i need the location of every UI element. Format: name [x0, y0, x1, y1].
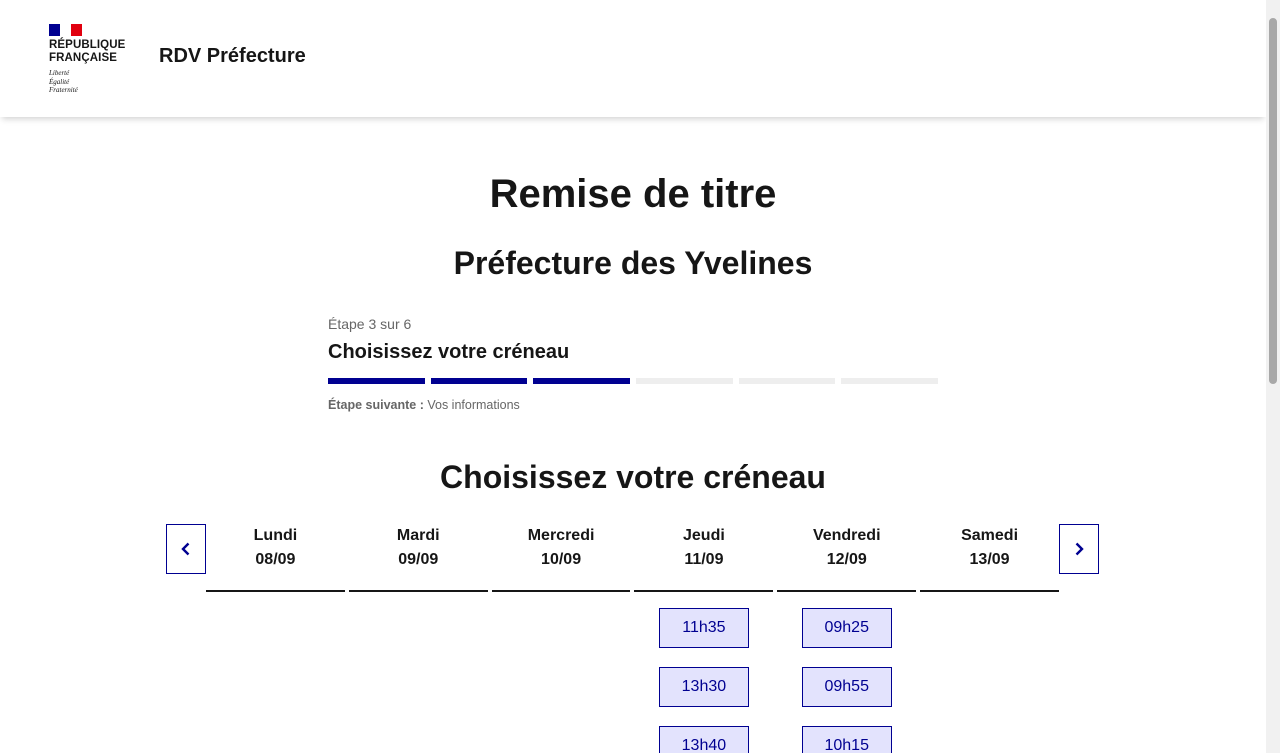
day-name: Lundi: [253, 527, 298, 544]
day-name: Jeudi: [683, 527, 725, 544]
calendar-days: Lundi 08/09 Mardi 09/09 Mercredi 10/09 Jeudi 11…: [206, 524, 1059, 753]
logo-motto: Liberté Égalité Fraternité: [49, 69, 139, 95]
stepper: Étape 3 sur 6 Choisissez votre créneau É…: [328, 316, 939, 412]
previous-days-button[interactable]: [166, 524, 206, 574]
day-name: Mercredi: [527, 527, 595, 544]
page-title: Remise de titre: [489, 172, 777, 216]
day-date: 11/09: [684, 551, 724, 568]
day-header: Lundi 08/09: [206, 524, 345, 592]
day-column: Mardi 09/09: [348, 524, 488, 753]
stepper-segment: [841, 378, 939, 384]
time-slot-button[interactable]: 11h35: [658, 608, 749, 648]
stepper-progress: [328, 378, 939, 384]
motto-liberte: Liberté: [49, 69, 70, 77]
day-date: 10/09: [541, 551, 582, 568]
day-date: 08/09: [255, 551, 296, 568]
site-header: République Française Liberté Égalité Fra…: [0, 0, 1266, 117]
day-header: Vendredi 12/09: [777, 524, 917, 592]
stepper-next-value: Vos informations: [427, 398, 520, 412]
time-slot-button[interactable]: 13h40: [658, 726, 749, 753]
motto-fraternite: Fraternité: [49, 86, 78, 94]
calendar-title: Choisissez votre créneau: [440, 459, 826, 495]
day-column: Vendredi 12/09 09h25 09h55 10h15: [777, 524, 917, 753]
logo-line-1: République: [49, 39, 126, 51]
chevron-left-icon: [181, 542, 190, 556]
stepper-segment: [636, 378, 733, 384]
scrollbar-thumb[interactable]: [1269, 18, 1277, 384]
day-header: Samedi 13/09: [920, 524, 1059, 592]
stepper-title: Choisissez votre créneau: [328, 341, 570, 363]
day-column: Jeudi 11/09 11h35 13h30 13h40: [634, 524, 774, 753]
day-header: Jeudi 11/09: [634, 524, 774, 592]
stepper-state: Étape 3 sur 6: [328, 316, 412, 332]
day-date: 13/09: [969, 551, 1010, 568]
time-slot-button[interactable]: 10h15: [801, 726, 892, 753]
stepper-segment: [738, 378, 836, 384]
stepper-segment: [430, 378, 528, 384]
time-slot-button[interactable]: 13h30: [658, 667, 749, 707]
day-column: Samedi 13/09: [920, 524, 1059, 753]
day-slots: 09h25 09h55 10h15: [777, 608, 916, 753]
day-date: 09/09: [398, 551, 439, 568]
stepper-segment: [328, 378, 425, 384]
french-flag-icon: [49, 24, 82, 36]
motto-egalite: Égalité: [49, 77, 70, 86]
day-slots: 11h35 13h30 13h40: [634, 608, 773, 753]
day-header: Mardi 09/09: [348, 524, 488, 592]
time-slot-button[interactable]: 09h55: [801, 667, 892, 707]
day-name: Mardi: [396, 527, 440, 544]
page-subtitle: Préfecture des Yvelines: [453, 245, 813, 281]
stepper-next-step: Étape suivante : Vos informations: [328, 398, 938, 412]
day-name: Vendredi: [812, 527, 881, 544]
day-column: Lundi 08/09: [206, 524, 345, 753]
time-slot-button[interactable]: 09h25: [801, 608, 892, 648]
next-days-button[interactable]: [1059, 524, 1099, 574]
chevron-right-icon: [1075, 542, 1084, 556]
logo-line-2: Française: [49, 52, 117, 64]
stepper-segment: [533, 378, 631, 384]
day-date: 12/09: [826, 551, 867, 568]
day-name: Samedi: [961, 527, 1019, 544]
page-scrollbar[interactable]: [1266, 0, 1280, 753]
stepper-next-label: Étape suivante :: [328, 398, 424, 412]
day-column: Mercredi 10/09: [491, 524, 631, 753]
day-header: Mercredi 10/09: [491, 524, 631, 592]
republique-francaise-logo[interactable]: République Française Liberté Égalité Fra…: [49, 24, 139, 95]
site-title[interactable]: RDV Préfecture: [159, 45, 306, 68]
